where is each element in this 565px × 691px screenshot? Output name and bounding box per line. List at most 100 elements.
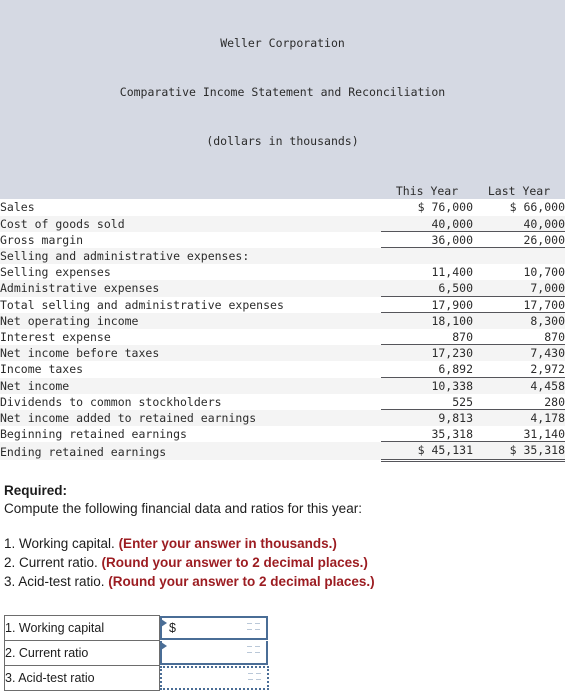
answer-input-box[interactable] (160, 640, 268, 665)
statement-row: Total selling and administrative expense… (0, 296, 565, 313)
statement-cell-this-year: $ 45,131 (381, 442, 473, 462)
statement-row: Selling expenses 11,400 10,700 (0, 264, 565, 281)
required-heading: Required: (4, 482, 68, 498)
income-statement-header-row: This Year Last Year (0, 183, 565, 200)
answer-row: 2. Current ratio (4, 639, 269, 666)
statement-row-label: Selling and administrative expenses: (0, 248, 381, 265)
required-item-note: (Enter your answer in thousands.) (118, 535, 337, 551)
statement-row: Income taxes 6,892 2,972 (0, 361, 565, 378)
answer-input-box[interactable] (160, 665, 269, 690)
income-statement-body: This Year Last Year Sales $ 76,000 $ 66,00… (0, 183, 565, 462)
required-item: 2. Current ratio. (Round your answer to … (4, 553, 565, 572)
required-item-note: (Round your answer to 2 decimal places.) (108, 573, 375, 589)
statement-cell-this-year: 17,900 (381, 296, 473, 313)
statement-cell-last-year (473, 248, 565, 265)
statement-cell-last-year: 31,140 (473, 426, 565, 443)
spinner-artifact-icon (246, 671, 262, 688)
required-section: Required: Compute the following financia… (0, 482, 565, 591)
statement-cell-last-year: 8,300 (473, 312, 565, 330)
statement-row: Net income before taxes 17,230 7,430 (0, 345, 565, 362)
statement-cell-last-year: 280 (473, 393, 565, 411)
statement-row-label: Income taxes (0, 361, 381, 378)
spinner-artifact-icon (245, 621, 261, 638)
statement-cell-last-year: 40,000 (473, 215, 565, 232)
required-item-text: 3. Acid-test ratio. (4, 573, 109, 589)
statement-row: Gross margin 36,000 26,000 (0, 231, 565, 249)
statement-cell-this-year (381, 248, 473, 265)
statement-row-label: Total selling and administrative expense… (0, 296, 381, 313)
statement-cell-this-year: 36,000 (381, 231, 473, 249)
statement-row-label: Sales (0, 199, 381, 216)
statement-row-label: Selling expenses (0, 264, 381, 281)
statement-cell-this-year: 11,400 (381, 264, 473, 281)
answer-input-box[interactable]: $ (160, 615, 268, 640)
column-header-last-year: Last Year (473, 183, 565, 200)
statement-row-label: Beginning retained earnings (0, 426, 381, 443)
statement-cell-last-year: 7,000 (473, 280, 565, 297)
required-item-text: 1. Working capital. (4, 535, 119, 551)
statement-row: Sales $ 76,000 $ 66,000 (0, 199, 565, 216)
statement-cell-this-year: 6,500 (381, 280, 473, 297)
income-statement-table: This Year Last Year Sales $ 76,000 $ 66,00… (0, 183, 565, 462)
answer-row: 3. Acid-test ratio (4, 664, 269, 691)
statement-row: Net operating income 18,100 8,300 (0, 312, 565, 330)
statement-cell-last-year: $ 35,318 (473, 442, 565, 462)
statement-cell-last-year: 870 (473, 329, 565, 346)
required-item: 3. Acid-test ratio. (Round your answer t… (4, 572, 565, 591)
answer-row-label: 3. Acid-test ratio (4, 664, 160, 691)
statement-row: Dividends to common stockholders 525 280 (0, 393, 565, 411)
statement-row: Interest expense 870 870 (0, 329, 565, 346)
statement-row-label: Administrative expenses (0, 280, 381, 297)
statement-title-line-2: Comparative Income Statement and Reconci… (119, 85, 446, 100)
statement-row: Administrative expenses 6,500 7,000 (0, 280, 565, 297)
statement-title-line-3: (dollars in thousands) (206, 133, 359, 148)
statement-cell-last-year: 7,430 (473, 345, 565, 362)
statement-cell-this-year: 525 (381, 393, 473, 411)
statement-cell-this-year: 18,100 (381, 312, 473, 330)
statement-cell-last-year: $ 66,000 (473, 199, 565, 216)
statement-row-label: Net income added to retained earnings (0, 410, 381, 427)
statement-row-label: Net operating income (0, 312, 381, 330)
statement-row-label: Net income before taxes (0, 345, 381, 362)
statement-row: Selling and administrative expenses: (0, 248, 565, 265)
answer-table: 1. Working capital $2. Current ratio 3. Ac… (4, 614, 269, 691)
cell-caret-icon (161, 641, 167, 650)
answer-table-body: 1. Working capital $2. Current ratio 3. Ac… (4, 614, 269, 691)
statement-cell-last-year: 4,458 (473, 377, 565, 394)
answer-entry-area: 1. Working capital $2. Current ratio 3. Ac… (0, 614, 565, 691)
answer-input-cell[interactable] (159, 665, 269, 691)
statement-cell-this-year: 6,892 (381, 361, 473, 378)
statement-row-label: Dividends to common stockholders (0, 393, 381, 411)
required-item-text: 2. Current ratio. (4, 554, 102, 570)
statement-cell-last-year: 26,000 (473, 231, 565, 249)
statement-row-label: Interest expense (0, 329, 381, 346)
answer-row: 1. Working capital $ (4, 614, 269, 641)
statement-cell-this-year: $ 76,000 (381, 199, 473, 216)
statement-row-label: Gross margin (0, 231, 381, 249)
column-header-this-year: This Year (381, 183, 473, 200)
statement-title-line-1: Weller Corporation (220, 36, 345, 51)
column-header-blank (0, 183, 381, 200)
answer-input-cell[interactable] (159, 640, 269, 666)
required-items-list: 1. Working capital. (Enter your answer i… (4, 534, 565, 591)
statement-cell-this-year: 870 (381, 329, 473, 346)
statement-row-label: Net income (0, 377, 381, 394)
statement-cell-this-year: 10,338 (381, 377, 473, 394)
answer-row-label: 1. Working capital (4, 614, 160, 641)
cell-caret-icon (161, 618, 167, 627)
required-item-note: (Round your answer to 2 decimal places.) (101, 554, 368, 570)
statement-cell-last-year: 17,700 (473, 296, 565, 313)
currency-prefix: $ (169, 620, 176, 635)
statement-cell-last-year: 2,972 (473, 361, 565, 378)
statement-cell-last-year: 10,700 (473, 264, 565, 281)
spinner-artifact-icon (245, 644, 261, 661)
statement-row-label: Cost of goods sold (0, 215, 381, 232)
statement-row-label: Ending retained earnings (0, 442, 381, 461)
statement-cell-this-year: 40,000 (381, 215, 473, 232)
answer-input-cell[interactable]: $ (159, 615, 269, 641)
answer-row-label: 2. Current ratio (4, 639, 160, 666)
statement-row: Cost of goods sold 40,000 40,000 (0, 215, 565, 232)
statement-row: Beginning retained earnings 35,318 31,140 (0, 426, 565, 443)
statement-cell-this-year: 9,813 (381, 410, 473, 427)
statement-cell-last-year: 4,178 (473, 410, 565, 427)
